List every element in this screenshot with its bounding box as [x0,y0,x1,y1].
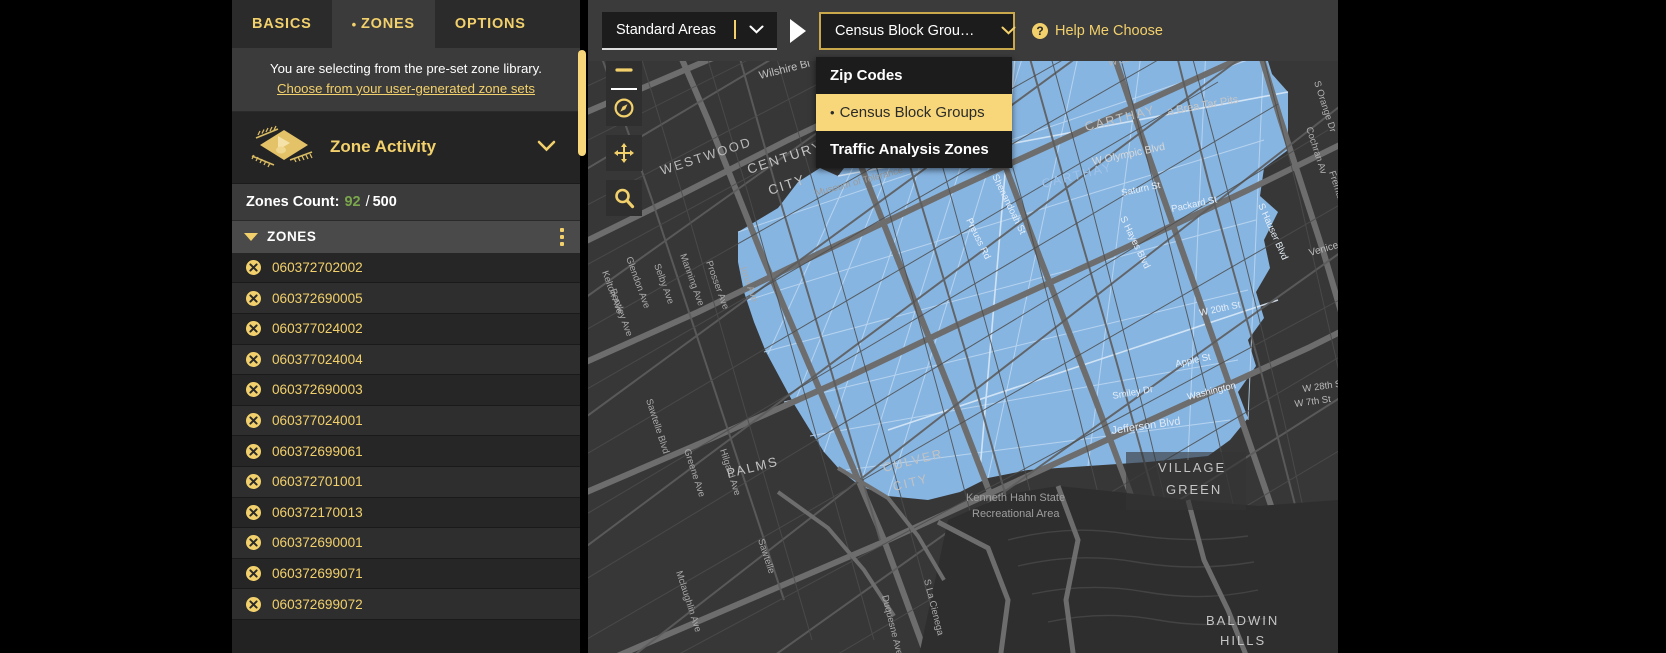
preset-library-notice: You are selecting from the pre-set zone … [232,48,580,112]
remove-zone-icon[interactable] [246,351,261,367]
remove-zone-icon[interactable] [246,566,261,582]
zone-row[interactable]: 060372702002 [232,252,580,284]
zones-count-separator: / [365,193,370,210]
app-root: BASICS • ZONES OPTIONS You are selecting… [0,0,1666,653]
remove-zone-icon[interactable] [246,260,261,276]
geography-type-dropdown[interactable]: Census Block Grou… [819,11,1016,50]
tab-basics-label: BASICS [252,16,312,32]
zone-row[interactable]: 060372699061 [232,436,580,467]
kebab-menu-icon[interactable] [560,227,564,249]
zones-list-header[interactable]: ZONES [232,220,580,253]
zone-row[interactable]: 060372690005 [232,283,580,314]
geography-type-menu[interactable]: Zip Codes • Census Block Groups Traffic Ana… [816,57,1012,168]
selected-marker: • [830,105,835,120]
chevron-down-icon[interactable] [736,21,777,38]
help-me-choose-button[interactable]: ? Help Me Choose [1032,22,1163,39]
compass-icon[interactable] [606,90,642,126]
remove-zone-icon[interactable] [246,443,261,459]
tab-options[interactable]: OPTIONS [434,0,546,48]
zones-count-current: 92 [344,193,361,210]
chevron-down-icon[interactable] [988,22,1029,39]
map-label: Recreational Area [972,508,1060,520]
remove-zone-icon[interactable] [246,382,261,398]
zone-row[interactable]: 060377024002 [232,313,580,345]
map-label: VILLAGE [1158,460,1226,475]
zone-activity-label: Zone Activity [330,137,437,157]
menu-item-label: Zip Codes [830,67,903,84]
caret-down-icon[interactable] [244,232,258,241]
menu-item-label: Census Block Groups [839,104,985,121]
remove-zone-icon[interactable] [246,290,261,306]
tab-zones-marker: • [351,16,357,32]
map-label: GREEN [1166,482,1222,497]
tab-options-label: OPTIONS [454,16,526,32]
zone-row[interactable]: 060372701001 [232,466,580,498]
zone-row[interactable]: 060372690003 [232,375,580,406]
zones-list-title: ZONES [267,229,317,245]
standard-areas-dropdown[interactable]: Standard Areas [602,11,777,50]
tab-basics[interactable]: BASICS [232,0,332,48]
frame-gap-2 [580,156,588,653]
zone-id: 060372690001 [272,535,363,551]
remove-zone-icon[interactable] [246,596,261,612]
zone-id: 060372690003 [272,382,363,398]
question-mark-icon: ? [1032,22,1048,39]
notice-text: You are selecting from the pre-set zone … [270,61,542,76]
tab-zones[interactable]: • ZONES [331,0,435,48]
remove-zone-icon[interactable] [246,321,261,337]
map-label: HILLS [1220,633,1266,648]
standard-areas-value: Standard Areas [616,21,716,38]
geography-type-value: Census Block Grou… [835,22,975,39]
menu-item-traffic-analysis-zones[interactable]: Traffic Analysis Zones [816,131,1012,168]
play-arrow-icon [790,18,806,43]
pan-icon[interactable] [606,135,642,171]
remove-zone-icon[interactable] [246,413,261,429]
sidebar-scrollbar-handle[interactable] [578,50,586,156]
map-label: BALDWIN [1206,613,1279,628]
remove-zone-icon[interactable] [246,504,261,520]
chevron-down-icon[interactable] [537,136,566,158]
map-toolbar: Standard Areas Census Block Grou… ? Help… [588,0,1338,61]
zone-row[interactable]: 060377024004 [232,344,580,376]
menu-item-label: Traffic Analysis Zones [830,141,989,158]
zone-id: 060372690005 [272,290,363,306]
zone-row[interactable]: 060372690001 [232,528,580,559]
search-icon[interactable] [606,180,642,216]
tab-bar: BASICS • ZONES OPTIONS [232,0,580,48]
zones-count-total: 500 [372,193,397,210]
zone-id: 060372170013 [272,504,363,520]
zone-id: 060377024002 [272,321,363,337]
zone-row[interactable]: 060377024001 [232,405,580,437]
zone-row[interactable]: 060372699071 [232,558,580,590]
frame-gap [580,0,588,50]
zone-id: 060372701001 [272,474,363,490]
zone-activity-section[interactable]: Zone Activity [232,111,580,184]
zone-activity-diamond-icon [246,122,322,172]
map-label: Kenneth Hahn State [966,492,1065,504]
user-generated-zone-sets-link[interactable]: Choose from your user-generated zone set… [277,81,535,96]
zones-count-bar: Zones Count: 92 / 500 [232,183,580,221]
zone-id: 060372702002 [272,260,363,276]
tab-zones-label: ZONES [360,16,415,32]
zone-id: 060372699072 [272,596,363,612]
remove-zone-icon[interactable] [246,474,261,490]
menu-item-census-block-groups[interactable]: • Census Block Groups [816,94,1012,131]
zones-list[interactable]: 060372702002 060372690005 060377024002 0603… [232,252,580,625]
menu-item-zip-codes[interactable]: Zip Codes [816,57,1012,94]
remove-zone-icon[interactable] [246,535,261,551]
frame-left [0,0,232,653]
zone-row[interactable]: 060372170013 [232,497,580,529]
zone-row[interactable]: 060372699072 [232,589,580,620]
frame-right [1338,0,1666,653]
zone-id: 060372699061 [272,443,363,459]
zone-id: 060372699071 [272,566,363,582]
zone-id: 060377024001 [272,413,363,429]
zones-count-label: Zones Count: [246,193,340,210]
zone-id: 060377024004 [272,351,363,367]
help-me-choose-label: Help Me Choose [1055,22,1163,39]
left-sidebar: BASICS • ZONES OPTIONS You are selecting… [232,0,580,653]
